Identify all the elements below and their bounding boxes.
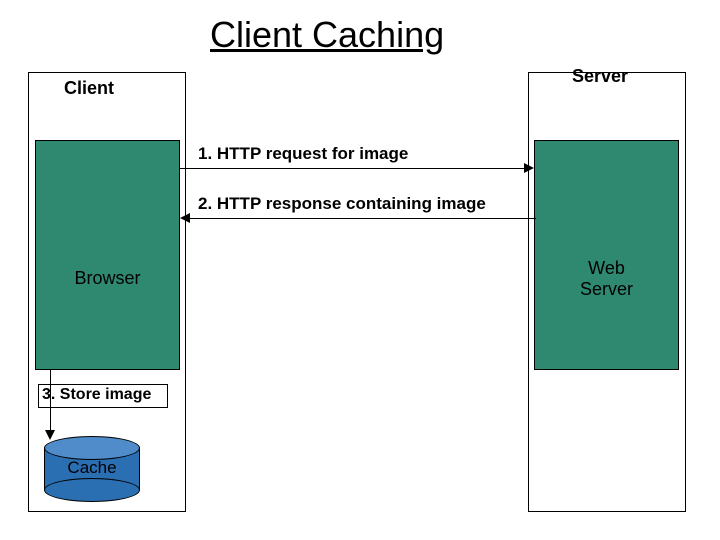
message-1: 1. HTTP request for image — [198, 144, 408, 164]
client-label: Client — [64, 78, 114, 99]
webserver-label-line2: Server — [580, 279, 633, 299]
cache-cylinder-bottom — [44, 478, 140, 502]
arrow-request-line — [180, 168, 526, 169]
arrow-response-head — [180, 213, 190, 223]
server-label: Server — [572, 66, 628, 87]
browser-label: Browser — [35, 268, 180, 289]
webserver-box — [534, 140, 679, 370]
diagram-title: Client Caching — [210, 14, 444, 56]
cache-cylinder-top — [44, 436, 140, 460]
cache-label: Cache — [44, 458, 140, 478]
webserver-label-line1: Web — [588, 258, 625, 278]
browser-box — [35, 140, 180, 370]
message-3: 3. Store image — [42, 386, 151, 404]
webserver-label: Web Server — [534, 258, 679, 299]
arrow-store-line — [50, 370, 51, 432]
arrow-request-head — [524, 163, 534, 173]
arrow-response-line — [190, 218, 536, 219]
message-2: 2. HTTP response containing image — [198, 194, 486, 214]
arrow-store-head — [45, 430, 55, 440]
